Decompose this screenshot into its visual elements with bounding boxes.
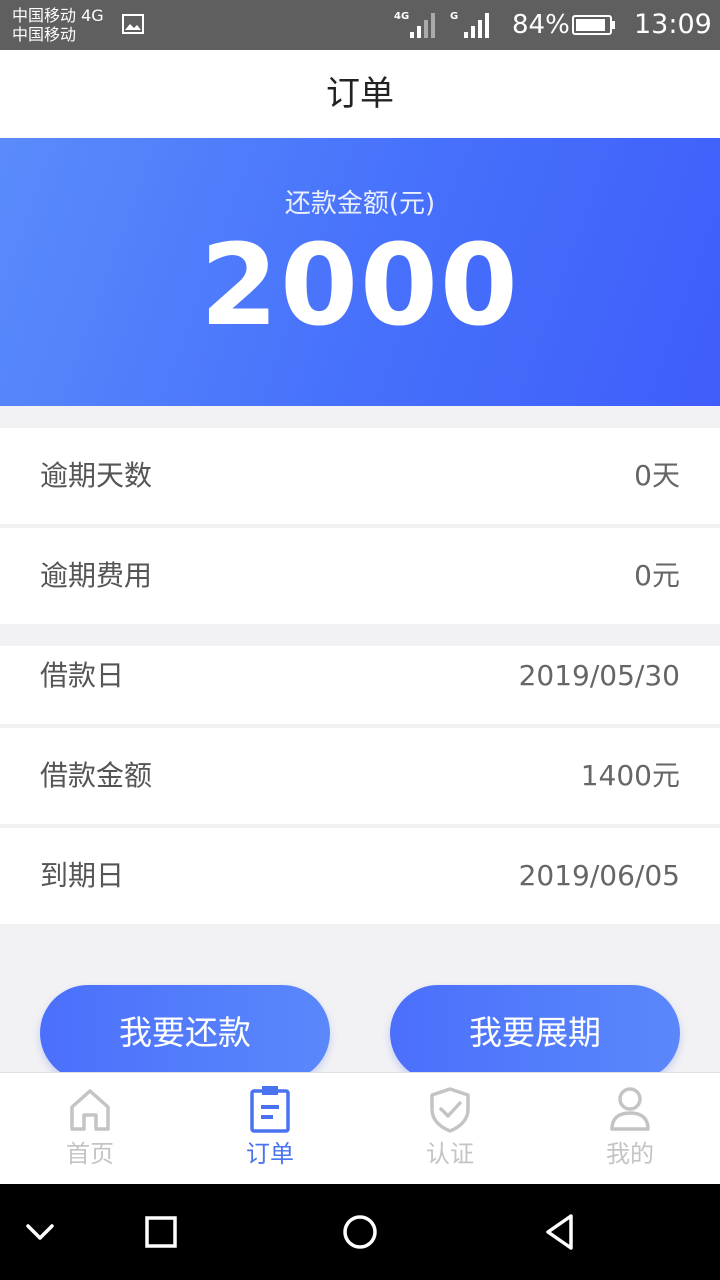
battery-icon — [572, 15, 615, 35]
home-icon — [70, 1089, 110, 1131]
overdue-days-row: 逾期天数 0天 — [0, 428, 720, 524]
loan-date-row: 借款日 2019/05/30 — [0, 646, 720, 724]
overdue-fee-label: 逾期费用 — [40, 559, 153, 592]
repayment-summary: 还款金额(元) 2000 — [0, 138, 720, 406]
overdue-fee-value: 0元 — [634, 559, 680, 592]
tab-profile[interactable]: 我的 — [540, 1073, 720, 1185]
loan-amount-label: 借款金额 — [40, 759, 153, 792]
overdue-fee-row: 逾期费用 0元 — [0, 528, 720, 624]
overdue-days-label: 逾期天数 — [40, 459, 153, 492]
title-bar: 订单 — [0, 50, 720, 138]
bottom-tab-bar: 首页 订单 认证 我的 — [0, 1072, 720, 1185]
signal-icon-2: G — [450, 8, 496, 44]
tab-verify-label: 认证 — [426, 1140, 474, 1168]
order-icon — [250, 1086, 290, 1133]
recent-apps-icon[interactable] — [139, 1210, 183, 1254]
repay-button[interactable]: 我要还款 — [40, 985, 330, 1081]
carrier-line2: 中国移动 — [12, 25, 77, 44]
tab-home[interactable]: 首页 — [0, 1073, 180, 1185]
system-nav-bar — [0, 1184, 720, 1280]
carrier-line1: 中国移动 4G — [12, 6, 104, 25]
tab-home-label: 首页 — [66, 1140, 114, 1168]
loan-date-label: 借款日 — [40, 659, 125, 692]
back-icon[interactable] — [538, 1210, 582, 1254]
signal-2-tag: G — [450, 11, 458, 22]
image-notification-icon — [122, 14, 144, 34]
loan-date-value: 2019/05/30 — [518, 659, 680, 692]
clock: 13:09 — [634, 9, 712, 40]
battery-percent: 84% — [512, 10, 570, 40]
status-bar: 中国移动 4G 中国移动 4G G 84% 13:09 — [0, 0, 720, 50]
shield-check-icon — [430, 1087, 470, 1133]
extend-button[interactable]: 我要展期 — [390, 985, 680, 1081]
due-date-label: 到期日 — [40, 859, 125, 892]
signal-icon-1: 4G — [394, 8, 440, 44]
carrier-info: 中国移动 4G 中国移动 — [12, 6, 104, 44]
user-icon — [610, 1087, 650, 1131]
page-title: 订单 — [326, 74, 394, 114]
tab-orders[interactable]: 订单 — [180, 1073, 360, 1185]
repayment-amount: 2000 — [200, 221, 520, 351]
loan-amount-row: 借款金额 1400元 — [0, 728, 720, 824]
repayment-amount-label: 还款金额(元) — [284, 189, 436, 219]
due-date-value: 2019/06/05 — [518, 859, 680, 892]
signal-1-tag: 4G — [394, 11, 409, 22]
overdue-days-value: 0天 — [634, 459, 680, 492]
tab-verify[interactable]: 认证 — [360, 1073, 540, 1185]
tab-profile-label: 我的 — [606, 1140, 654, 1168]
due-date-row: 到期日 2019/06/05 — [0, 828, 720, 924]
tab-orders-label: 订单 — [246, 1140, 294, 1168]
chevron-down-icon[interactable] — [18, 1210, 62, 1254]
loan-amount-value: 1400元 — [580, 759, 680, 792]
home-button-icon[interactable] — [338, 1210, 382, 1254]
